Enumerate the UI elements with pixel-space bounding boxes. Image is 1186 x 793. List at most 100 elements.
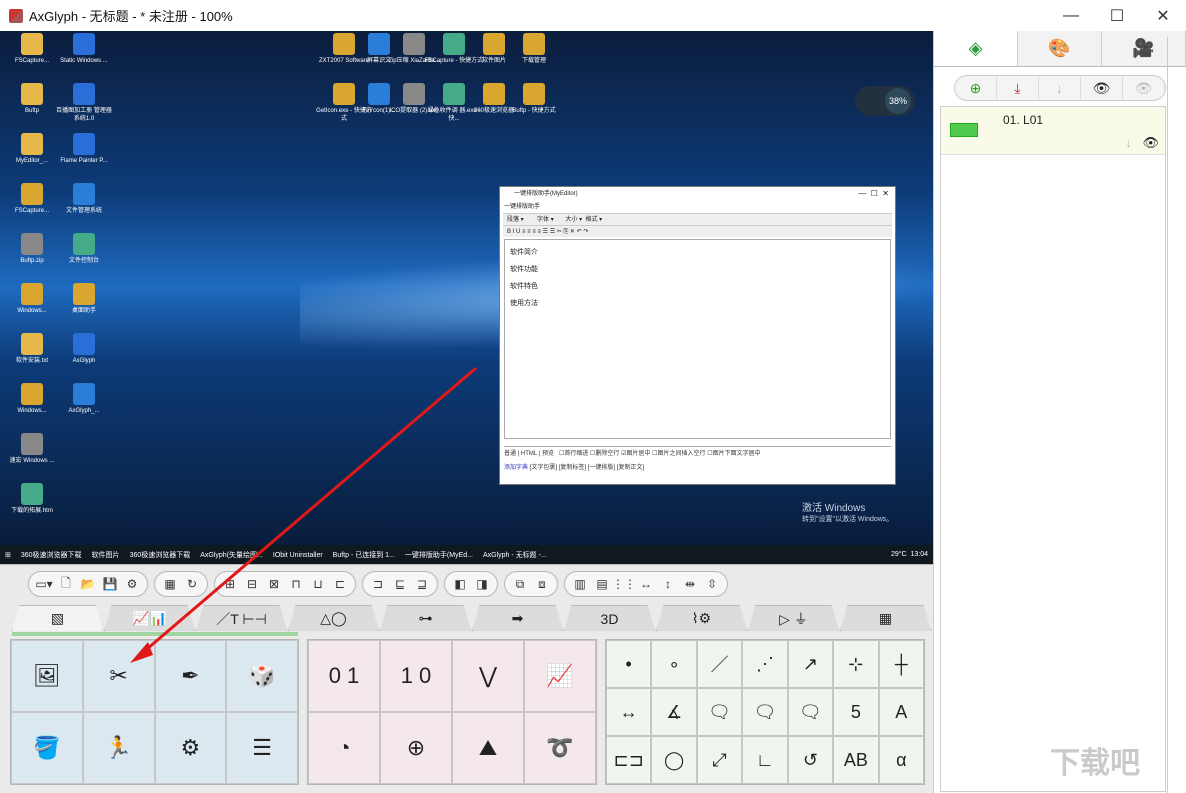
tool-button[interactable]: 🪣 <box>11 712 83 784</box>
desktop-icon[interactable]: Flame Painter P... <box>54 133 114 165</box>
tool-button[interactable]: ┼ <box>878 640 924 688</box>
tool-button[interactable]: ⚙ <box>154 712 227 784</box>
editor-field-font[interactable]: 字体 <box>537 217 549 223</box>
tool-button[interactable]: • <box>606 640 652 688</box>
maximize-button[interactable]: ☐ <box>1094 0 1140 31</box>
hide-icon[interactable]: 👁 <box>1123 76 1165 100</box>
category-tab[interactable]: ▷ ⏚ <box>748 605 839 631</box>
desktop-icon[interactable]: FSCapture... <box>2 183 62 215</box>
layers-tab[interactable]: ◈ <box>934 31 1018 66</box>
toolbar-button[interactable]: ◧ <box>451 575 469 593</box>
tool-button[interactable]: 🎲 <box>226 640 298 712</box>
editor-btn[interactable]: 文字包裹 <box>531 465 555 471</box>
taskbar-item[interactable]: 360极速浏览器下载 <box>130 552 191 559</box>
desktop-icon[interactable]: 文件管理系统 <box>54 183 114 215</box>
toolbar-button[interactable]: ⧉ <box>511 575 529 593</box>
editor-btn[interactable]: 一键排版 <box>589 465 613 471</box>
tool-button[interactable]: 🗨 <box>787 688 834 736</box>
tool-button[interactable]: ✂ <box>82 640 155 712</box>
toolbar-button[interactable]: ⊐ <box>369 575 387 593</box>
toolbar-button[interactable]: 💾 <box>101 575 119 593</box>
desktop-icon[interactable]: FSCapture... <box>2 33 62 65</box>
editor-tab[interactable]: 普通 <box>504 451 516 457</box>
tool-button[interactable]: 🗨 <box>696 688 743 736</box>
layer-row[interactable]: 01. L01 ↓ 👁 <box>941 107 1165 155</box>
tool-button[interactable]: ↺ <box>787 736 834 784</box>
close-button[interactable]: ✕ <box>1140 0 1186 31</box>
category-tab[interactable]: ⌇⚙ <box>656 605 747 631</box>
add-layer-icon[interactable]: ⊕ <box>955 76 997 100</box>
toolbar-button[interactable]: ⚙ <box>123 575 141 593</box>
tool-button[interactable]: ↔ <box>606 688 652 736</box>
editor-field-format[interactable]: 格式 <box>585 217 597 223</box>
toolbar-button[interactable]: 📂 <box>79 575 97 593</box>
move-down-icon[interactable]: ↓ <box>1039 76 1081 100</box>
desktop-icon[interactable]: 下载管理 <box>504 33 564 65</box>
tool-button[interactable]: ↗ <box>787 640 834 688</box>
desktop-icon[interactable]: 速宏 Windows ... <box>2 433 62 465</box>
editor-tab[interactable]: 预览 <box>542 451 554 457</box>
editor-option[interactable]: 图片下面文字居中 <box>713 451 761 457</box>
toolbar-button[interactable]: ⊠ <box>265 575 283 593</box>
taskbar-item[interactable]: IObit Uninstaller <box>273 552 323 559</box>
category-tab[interactable]: △◯ <box>288 605 379 631</box>
desktop-icon[interactable]: MyEditor_... <box>2 133 62 165</box>
editor-btn[interactable]: 复制标签 <box>560 465 584 471</box>
minimize-button[interactable]: — <box>1048 0 1094 31</box>
editor-option[interactable]: 首行缩进 <box>564 451 588 457</box>
tool-button[interactable]: 5 <box>833 688 879 736</box>
show-icon[interactable]: 👁 <box>1081 76 1123 100</box>
editor-window[interactable]: 一键排版助手(MyEditor) — ☐ ✕ 一键排版助手 段落 ▾ 字体 ▾ 大… <box>499 186 896 485</box>
tool-button[interactable]: ⊹ <box>833 640 879 688</box>
desktop-icon[interactable]: Buftp - 快捷方式 <box>504 83 564 115</box>
merge-down-icon[interactable]: ⤓ <box>997 76 1039 100</box>
toolbar-button[interactable]: ⊒ <box>413 575 431 593</box>
toolbar-button[interactable]: ⊞ <box>221 575 239 593</box>
toolbar-button[interactable]: ↕ <box>659 575 677 593</box>
editor-option[interactable]: 图片居中 <box>626 451 650 457</box>
tool-button[interactable]: ➰ <box>524 712 596 784</box>
start-icon[interactable]: ⊞ <box>5 551 11 559</box>
desktop-icon[interactable]: AxGlyph_... <box>54 383 114 415</box>
toolbar-button[interactable]: ⋮⋮ <box>612 575 636 593</box>
toolbar-button[interactable]: ⊑ <box>391 575 409 593</box>
toolbar-button[interactable]: ▭▾ <box>35 575 53 593</box>
tool-button[interactable]: 📈 <box>524 640 596 712</box>
editor-option[interactable]: 图片之间插入空行 <box>658 451 706 457</box>
editor-text-area[interactable]: 软件简介 软件功能 软件特色 使用方法 <box>504 239 891 439</box>
desktop-icon[interactable]: 百播图加工册 管理器系统1.0 <box>54 83 114 123</box>
tool-button[interactable]: 0 1 <box>308 640 380 712</box>
category-tab[interactable]: 📈📊 <box>104 605 195 631</box>
layer-visibility-icon[interactable]: ↓ 👁 <box>1125 135 1159 151</box>
animation-tab[interactable]: 🎥 <box>1102 31 1186 66</box>
tool-button[interactable]: ⊏⊐ <box>606 736 652 784</box>
desktop-icon[interactable]: 软件安装.txt <box>2 333 62 365</box>
tool-button[interactable]: ⤢ <box>696 736 743 784</box>
category-tab[interactable]: ▦ <box>840 605 931 631</box>
toolbar-button[interactable]: ⊔ <box>309 575 327 593</box>
tool-button[interactable]: ／ <box>696 640 743 688</box>
desktop-icon[interactable]: Buftp.zip <box>2 233 62 265</box>
toolbar-button[interactable]: ⧈ <box>533 575 551 593</box>
tool-button[interactable]: 🗨 <box>742 688 788 736</box>
toolbar-button[interactable]: ↻ <box>183 575 201 593</box>
editor-option[interactable]: 删除空行 <box>595 451 619 457</box>
tool-button[interactable]: α <box>878 736 924 784</box>
desktop-icon[interactable]: Windows... <box>2 383 62 415</box>
toolbar-button[interactable]: ▥ <box>571 575 589 593</box>
taskbar-item[interactable]: Buftp - 已连接到 1... <box>333 552 395 559</box>
tool-button[interactable]: AB <box>833 736 879 784</box>
category-tab[interactable]: 3D <box>564 605 655 631</box>
tool-button[interactable]: ∘ <box>651 640 697 688</box>
desktop-icon[interactable]: AxGlyph <box>54 333 114 365</box>
taskbar-item[interactable]: 一键排版助手(MyEd... <box>405 552 473 559</box>
desktop-icon[interactable]: 下载的拓展.htm <box>2 483 62 515</box>
tool-button[interactable]: ∡ <box>651 688 697 736</box>
tool-button[interactable]: 🏃 <box>82 712 155 784</box>
toolbar-button[interactable]: ◨ <box>473 575 491 593</box>
tool-button[interactable]: ⋰ <box>742 640 788 688</box>
toolbar-button[interactable]: ⊓ <box>287 575 305 593</box>
tool-button[interactable]: ☰ <box>226 712 298 784</box>
editor-window-controls[interactable]: — ☐ ✕ <box>858 187 889 201</box>
category-tab[interactable]: ▧ <box>12 605 103 631</box>
